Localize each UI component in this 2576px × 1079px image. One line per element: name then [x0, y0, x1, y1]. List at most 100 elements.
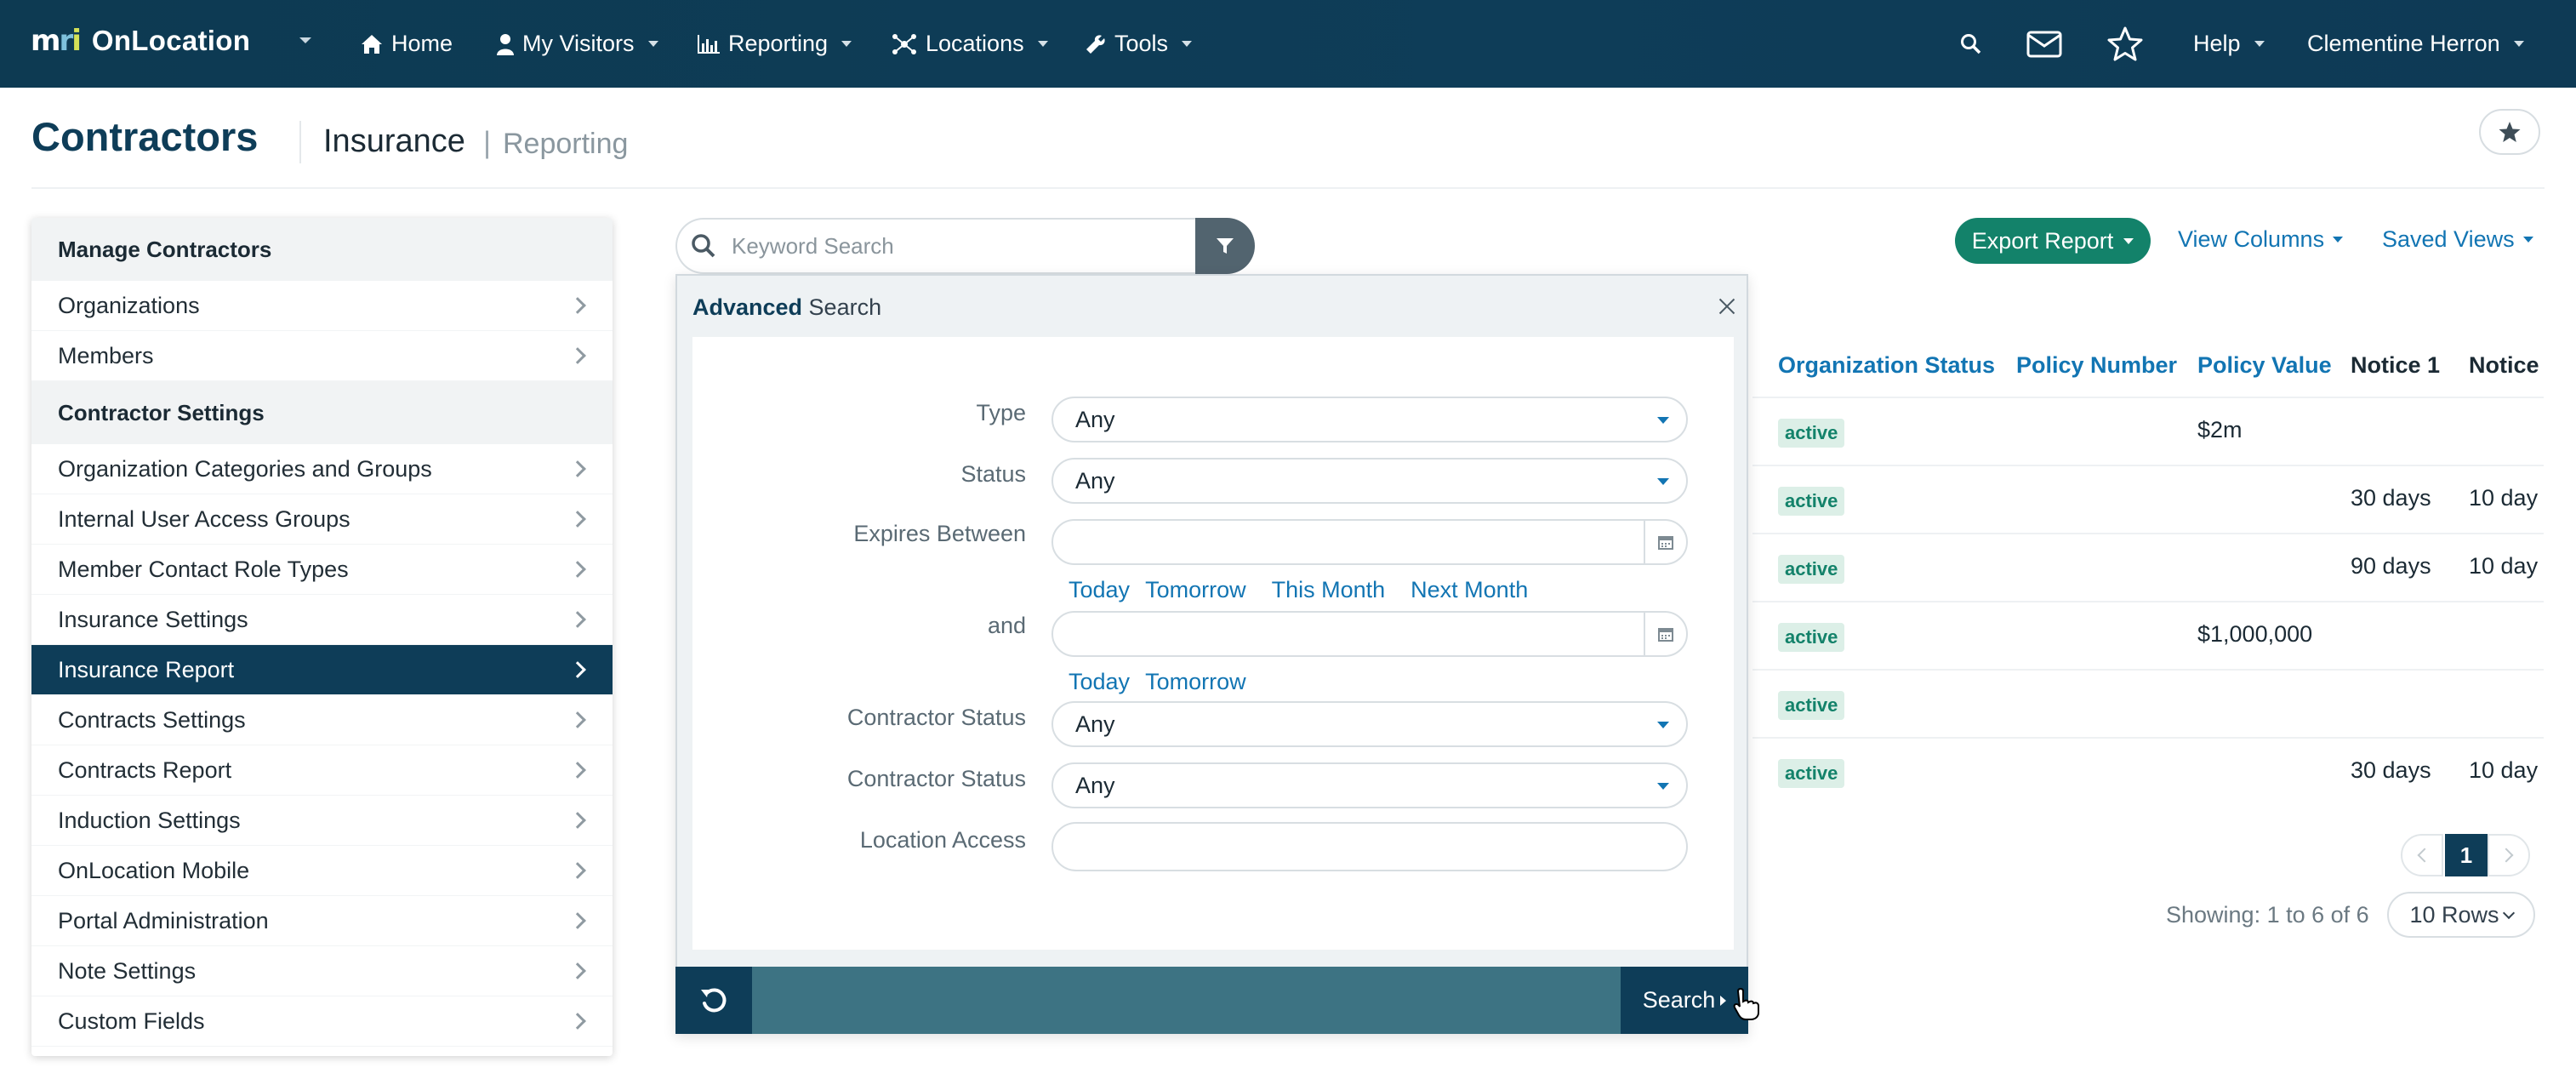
column-header-organization-status[interactable]: Organization Status	[1778, 352, 1995, 379]
nav-messages-button[interactable]	[2026, 0, 2062, 88]
calendar-icon[interactable]	[1644, 613, 1686, 655]
insurance-report-table: Organization Status Policy Number Policy…	[1752, 340, 2544, 817]
column-header-policy-number[interactable]: Policy Number	[2016, 352, 2177, 379]
advanced-filter-button[interactable]	[1195, 218, 1255, 274]
chevron-left-icon	[2417, 848, 2432, 863]
sidebar-item-induction-settings[interactable]: Induction Settings	[31, 796, 613, 846]
location-access-field[interactable]	[1051, 822, 1688, 871]
table-row[interactable]: active 90 days 10 day	[1752, 533, 2544, 601]
expires-from-date-field[interactable]	[1051, 519, 1688, 565]
brand-logo[interactable]: mri OnLocation	[31, 24, 250, 58]
saved-views-dropdown[interactable]: Saved Views	[2382, 226, 2533, 253]
sidebar-item-insurance-settings[interactable]: Insurance Settings	[31, 595, 613, 645]
chevron-right-icon	[569, 862, 586, 879]
caret-down-icon	[1657, 417, 1669, 424]
status-select[interactable]: Any	[1051, 458, 1688, 504]
sidebar-item-members[interactable]: Members	[31, 331, 613, 381]
sidebar-item-portal-administration[interactable]: Portal Administration	[31, 896, 613, 946]
sidebar-item-insurance-report[interactable]: Insurance Report	[31, 645, 613, 695]
sidebar-item-label: Member Contact Role Types	[58, 556, 349, 582]
sidebar-item-custom-fields[interactable]: Custom Fields	[31, 996, 613, 1047]
nav-locations-label: Locations	[926, 31, 1024, 56]
table-row[interactable]: active 30 days 10 day	[1752, 465, 2544, 533]
quick-pick-tomorrow[interactable]: Tomorrow	[1145, 577, 1246, 602]
sidebar-item-onlocation-mobile[interactable]: OnLocation Mobile	[31, 846, 613, 896]
contractor-status-label: Contractor Status	[846, 705, 1026, 730]
quick-pick-today[interactable]: Today	[1069, 577, 1130, 602]
brand-dropdown-icon[interactable]	[299, 37, 311, 43]
chevron-right-icon	[569, 460, 586, 477]
caret-down-icon	[1037, 41, 1048, 47]
sidebar-item-member-contact-role-types[interactable]: Member Contact Role Types	[31, 545, 613, 595]
nav-my-visitors[interactable]: My Visitors	[497, 0, 658, 88]
nav-user-menu[interactable]: Clementine Herron	[2307, 0, 2524, 88]
sidebar-item-label: Custom Fields	[58, 1008, 205, 1034]
sidebar-item-note-settings[interactable]: Note Settings	[31, 946, 613, 996]
column-header-policy-value[interactable]: Policy Value	[2197, 352, 2332, 379]
search-submit-button[interactable]: Search	[1621, 967, 1748, 1034]
status-badge: active	[1778, 759, 1845, 788]
page-title: Contractors	[31, 114, 259, 159]
nav-locations[interactable]: Locations	[892, 0, 1048, 88]
sidebar-menu: Manage Contractors Organizations Members…	[31, 218, 613, 1056]
sidebar-item-organizations[interactable]: Organizations	[31, 281, 613, 331]
advanced-search-panel: Advanced Search Type Status Expires Betw…	[675, 274, 1748, 1034]
caret-down-icon	[1182, 41, 1193, 47]
quick-pick-tomorrow[interactable]: Tomorrow	[1145, 669, 1246, 694]
close-icon[interactable]	[1715, 294, 1739, 318]
table-row[interactable]: active $2m	[1752, 397, 2544, 465]
pagination-prev-button[interactable]	[2401, 834, 2443, 876]
table-row[interactable]: active 30 days 10 day	[1752, 737, 2544, 805]
calendar-icon[interactable]	[1644, 521, 1686, 563]
pagination-page-current[interactable]: 1	[2445, 834, 2488, 876]
view-columns-dropdown[interactable]: View Columns	[2178, 226, 2344, 253]
quick-pick-this-month[interactable]: This Month	[1272, 577, 1386, 602]
favorite-page-button[interactable]	[2479, 109, 2540, 155]
caret-down-icon	[2333, 237, 2344, 243]
expires-to-date-field[interactable]	[1051, 611, 1688, 657]
table-row[interactable]: active	[1752, 669, 2544, 737]
sidebar-item-organization-categories[interactable]: Organization Categories and Groups	[31, 444, 613, 494]
status-badge: active	[1778, 555, 1845, 584]
user-name: Clementine Herron	[2307, 31, 2500, 56]
search-button-label: Search	[1642, 987, 1716, 1013]
nav-favorites-button[interactable]	[2106, 0, 2144, 88]
header-divider	[31, 187, 2545, 189]
sidebar-item-label: Insurance Report	[58, 656, 235, 682]
notice-2-cell: 10 day	[2469, 553, 2539, 579]
chevron-right-icon	[569, 912, 586, 929]
status-badge: active	[1778, 691, 1845, 720]
quick-pick-today[interactable]: Today	[1069, 669, 1130, 694]
contractor-status-select[interactable]: Any	[1051, 762, 1688, 808]
sidebar-item-internal-user-access-groups[interactable]: Internal User Access Groups	[31, 494, 613, 545]
rows-per-page-dropdown[interactable]: 10 Rows	[2387, 892, 2535, 938]
nav-home[interactable]: Home	[361, 0, 453, 88]
nav-search-button[interactable]	[1960, 0, 1982, 88]
caret-down-icon	[1657, 478, 1669, 485]
contractor-status-select[interactable]: Any	[1051, 701, 1688, 747]
person-icon	[497, 33, 514, 55]
export-report-button[interactable]: Export Report	[1955, 218, 2151, 264]
sidebar-item-label: Organization Categories and Groups	[58, 455, 432, 482]
column-header-notice-1: Notice 1	[2351, 352, 2441, 378]
type-select[interactable]: Any	[1051, 397, 1688, 442]
nav-tools[interactable]: Tools	[1086, 0, 1193, 88]
quick-pick-next-month[interactable]: Next Month	[1411, 577, 1528, 602]
and-quick-picks: Today Tomorrow	[1069, 669, 1262, 695]
status-label: Status	[960, 461, 1026, 487]
pagination-next-button[interactable]	[2488, 834, 2530, 876]
sidebar-item-contracts-report[interactable]: Contracts Report	[31, 745, 613, 796]
reset-button[interactable]	[675, 967, 752, 1034]
breadcrumb-subpage: Reporting	[503, 128, 629, 160]
keyword-search-input[interactable]	[732, 232, 1174, 260]
sidebar-item-contracts-settings[interactable]: Contracts Settings	[31, 695, 613, 745]
nav-help[interactable]: Help	[2193, 0, 2265, 88]
notice-2-cell: 10 day	[2469, 757, 2539, 783]
envelope-icon	[2026, 31, 2062, 57]
mri-logo-icon: mri	[31, 24, 82, 58]
keyword-search	[675, 218, 1196, 274]
location-access-label: Location Access	[859, 827, 1026, 853]
caret-down-icon	[2254, 41, 2265, 47]
table-row[interactable]: active $1,000,000	[1752, 601, 2544, 669]
nav-reporting[interactable]: Reporting	[698, 0, 852, 88]
